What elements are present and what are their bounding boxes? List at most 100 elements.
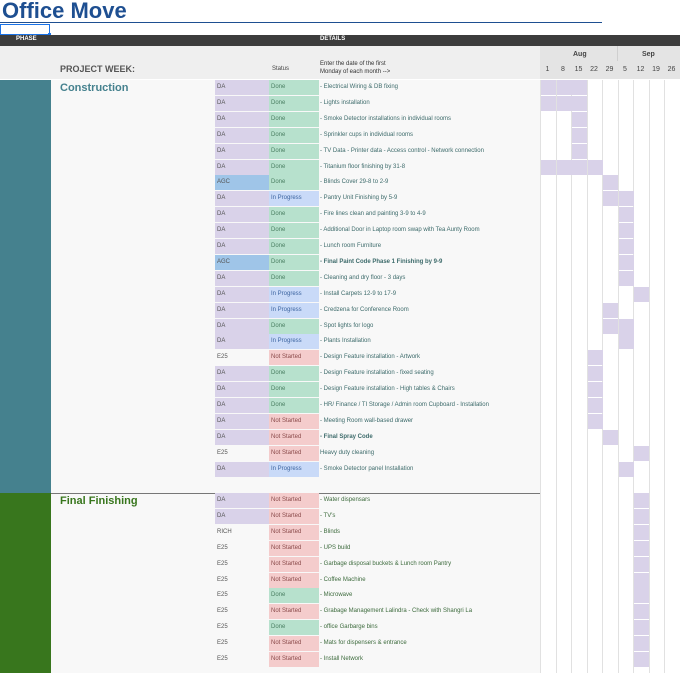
task-cell[interactable]: - Microwave	[320, 588, 540, 603]
owner-cell[interactable]: DA	[215, 239, 269, 254]
owner-cell[interactable]: DA	[215, 270, 269, 286]
task-cell[interactable]: - Meeting Room wall-based drawer	[320, 414, 540, 429]
task-cell[interactable]: - office Garbarge bins	[320, 620, 540, 635]
status-cell[interactable]: Not Started	[269, 540, 319, 556]
owner-cell[interactable]: E25	[215, 652, 269, 667]
owner-cell[interactable]: E25	[215, 446, 269, 461]
task-cell[interactable]: - Final Spray Code	[320, 430, 540, 445]
task-cell[interactable]: - Sprinkler cups in individual rooms	[320, 128, 540, 143]
task-cell[interactable]: - Grabage Management Lalindra - Check wi…	[320, 604, 540, 619]
status-cell[interactable]: Not Started	[269, 508, 319, 524]
status-cell[interactable]: Done	[269, 127, 319, 143]
owner-cell[interactable]: AGC	[215, 175, 269, 191]
task-cell[interactable]: - Coffee Machine	[320, 573, 540, 588]
status-cell[interactable]: Done	[269, 111, 319, 127]
status-cell[interactable]: Done	[269, 159, 319, 175]
task-cell[interactable]: - Final Paint Code Phase 1 Finishing by …	[320, 255, 540, 270]
owner-cell[interactable]: DA	[215, 95, 269, 111]
status-cell[interactable]: Done	[269, 175, 319, 191]
owner-cell[interactable]: DA	[215, 493, 269, 508]
task-cell[interactable]: - Additional Door in Laptop room swap wi…	[320, 223, 540, 238]
owner-cell[interactable]: DA	[215, 413, 269, 429]
task-cell[interactable]: - Design Feature installation - High tab…	[320, 382, 540, 397]
owner-cell[interactable]: E25	[215, 541, 269, 556]
task-cell[interactable]: - Spot lights for logo	[320, 319, 540, 334]
owner-cell[interactable]: E25	[215, 573, 269, 588]
task-cell[interactable]: - Design Feature installation - Artwork	[320, 350, 540, 365]
status-cell[interactable]: Not Started	[269, 524, 319, 540]
owner-cell[interactable]: E25	[215, 350, 269, 365]
status-cell[interactable]: In Progress	[269, 334, 319, 350]
task-cell[interactable]: - Water dispensars	[320, 493, 540, 508]
status-cell[interactable]: In Progress	[269, 191, 319, 207]
status-cell[interactable]: Done	[269, 318, 319, 334]
owner-cell[interactable]: DA	[215, 143, 269, 159]
task-cell[interactable]: - Garbage disposal buckets & Lunch room …	[320, 557, 540, 572]
task-cell[interactable]: - Install Carpets 12-9 to 17-9	[320, 287, 540, 302]
owner-cell[interactable]: DA	[215, 382, 269, 398]
status-cell[interactable]: Not Started	[269, 429, 319, 445]
status-cell[interactable]: Done	[269, 620, 319, 636]
status-cell[interactable]: Not Started	[269, 493, 319, 508]
owner-cell[interactable]: DA	[215, 302, 269, 318]
owner-cell[interactable]: DA	[215, 286, 269, 302]
owner-cell[interactable]: DA	[215, 223, 269, 239]
task-cell[interactable]: - Pantry Unit Finishing by 5-9	[320, 191, 540, 206]
status-cell[interactable]: Done	[269, 254, 319, 270]
status-cell[interactable]: Done	[269, 382, 319, 398]
task-cell[interactable]: - Cleaning and dry floor - 3 days	[320, 271, 540, 286]
status-cell[interactable]: Done	[269, 95, 319, 111]
owner-cell[interactable]: E25	[215, 588, 269, 603]
owner-cell[interactable]: DA	[215, 111, 269, 127]
owner-cell[interactable]: DA	[215, 508, 269, 524]
owner-cell[interactable]: DA	[215, 334, 269, 350]
task-cell[interactable]: - Smoke Detector installations in indivi…	[320, 112, 540, 127]
status-cell[interactable]: Done	[269, 366, 319, 382]
owner-cell[interactable]: DA	[215, 127, 269, 143]
selected-cell[interactable]	[0, 24, 50, 35]
status-cell[interactable]: Not Started	[269, 652, 319, 667]
task-cell[interactable]: - Smoke Detector panel Installation	[320, 462, 540, 477]
owner-cell[interactable]: DA	[215, 318, 269, 334]
status-cell[interactable]: Not Started	[269, 636, 319, 652]
owner-cell[interactable]: DA	[215, 366, 269, 382]
owner-cell[interactable]: DA	[215, 461, 269, 477]
status-cell[interactable]: Not Started	[269, 413, 319, 429]
status-cell[interactable]: In Progress	[269, 302, 319, 318]
status-cell[interactable]: In Progress	[269, 461, 319, 477]
task-cell[interactable]: - Fire lines clean and painting 3-9 to 4…	[320, 207, 540, 222]
task-cell[interactable]: - Electrical Wiring & DB fixing	[320, 80, 540, 95]
status-cell[interactable]: Not Started	[269, 445, 319, 461]
owner-cell[interactable]: DA	[215, 191, 269, 207]
task-cell[interactable]: - Install Network	[320, 652, 540, 667]
owner-cell[interactable]: DA	[215, 80, 269, 95]
owner-cell[interactable]: RICH	[215, 525, 269, 540]
status-cell[interactable]: Not Started	[269, 572, 319, 588]
owner-cell[interactable]: E25	[215, 557, 269, 572]
task-cell[interactable]: - Design Feature installation - fixed se…	[320, 366, 540, 381]
status-cell[interactable]: Done	[269, 398, 319, 413]
status-cell[interactable]: Not Started	[269, 604, 319, 620]
status-cell[interactable]: In Progress	[269, 286, 319, 302]
task-cell[interactable]: - UPS build	[320, 541, 540, 556]
task-cell[interactable]: - Blinds Cover 29-8 to 2-9	[320, 175, 540, 190]
status-cell[interactable]: Done	[269, 270, 319, 286]
status-cell[interactable]: Not Started	[269, 350, 319, 366]
status-cell[interactable]: Not Started	[269, 556, 319, 572]
task-cell[interactable]: - TV Data - Printer data - Access contro…	[320, 144, 540, 159]
owner-cell[interactable]: AGC	[215, 254, 269, 270]
owner-cell[interactable]: E25	[215, 620, 269, 635]
status-cell[interactable]: Done	[269, 239, 319, 254]
owner-cell[interactable]: E25	[215, 636, 269, 651]
owner-cell[interactable]: E25	[215, 604, 269, 619]
task-cell[interactable]: - HR/ Finance / TI Storage / Admin room …	[320, 398, 540, 413]
owner-cell[interactable]: DA	[215, 429, 269, 445]
owner-cell[interactable]: DA	[215, 398, 269, 413]
task-cell[interactable]: - Lights installation	[320, 96, 540, 111]
task-cell[interactable]: - Titanium floor finishing by 31-8	[320, 160, 540, 175]
task-cell[interactable]: - Credzena for Conference Room	[320, 303, 540, 318]
task-cell[interactable]: - Plants Installation	[320, 334, 540, 349]
task-cell[interactable]: - TV's	[320, 509, 540, 524]
status-cell[interactable]: Done	[269, 588, 319, 604]
status-cell[interactable]: Done	[269, 143, 319, 159]
